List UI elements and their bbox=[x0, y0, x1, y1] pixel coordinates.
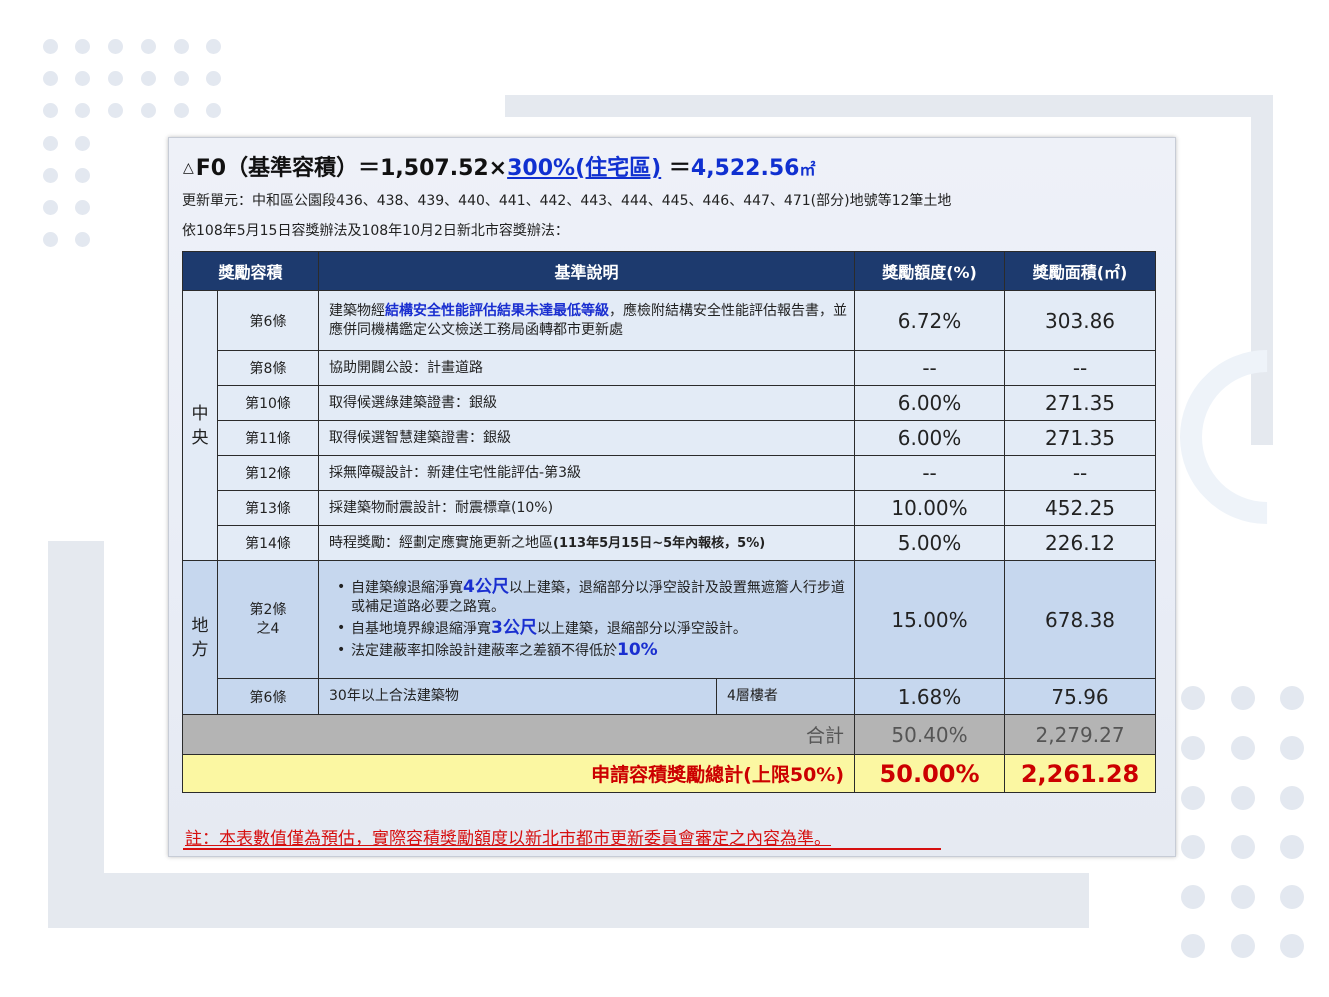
area-cell: 303.86 bbox=[1004, 290, 1157, 351]
area-cell: 226.12 bbox=[1004, 525, 1157, 561]
desc-cell: 協助開闢公設：計畫道路 bbox=[318, 350, 856, 386]
area-cell: -- bbox=[1004, 455, 1157, 491]
zoning-rate-link[interactable]: 300%(住宅區) bbox=[507, 156, 661, 181]
list-item: 自基地境界線退縮淨寬3公尺以上建築，退縮部分以淨空設計。 bbox=[337, 619, 854, 639]
list-item: 法定建蔽率扣除設計建蔽率之差額不得低於10% bbox=[337, 641, 854, 661]
title-prefix: F0（基準容積）＝1,507.52× bbox=[195, 156, 508, 181]
desc-cell: 取得候選智慧建築證書：銀級 bbox=[318, 420, 856, 456]
percent-cell: 6.72% bbox=[854, 290, 1006, 351]
percent-cell: 10.00% bbox=[854, 490, 1006, 526]
desc-cell: 採無障礙設計：新建住宅性能評估-第3級 bbox=[318, 455, 856, 491]
table-row: 第6條 30年以上合法建築物 4層樓者 1.68% 75.96 bbox=[183, 678, 1157, 715]
bullet-list: 自建築線退縮淨寬4公尺以上建築，退縮部分以淨空設計及設置無遮簷人行步道或補足道路… bbox=[329, 572, 854, 667]
percent-cell: 6.00% bbox=[854, 420, 1006, 456]
table-row: 第11條 取得候選智慧建築證書：銀級 6.00% 271.35 bbox=[183, 420, 1157, 456]
table-row: 第10條 取得候選綠建築證書：銀級 6.00% 271.35 bbox=[183, 385, 1157, 421]
header-percent: 獎勵額度(%) bbox=[854, 251, 1006, 291]
total-row: 申請容積獎勵總計(上限50%) 50.00% 2,261.28 bbox=[181, 754, 1157, 793]
table-row: 地方 第2條之4 自建築線退縮淨寬4公尺以上建築，退縮部分以淨空設計及設置無遮簷… bbox=[182, 560, 1157, 715]
table-row: 第14條 時程獎勵：經劃定應實施更新之地區(113年5月15日~5年內報核，5%… bbox=[183, 525, 1157, 561]
area-cell: -- bbox=[1004, 350, 1157, 386]
table-row: 第12條 採無障礙設計：新建住宅性能評估-第3級 -- -- bbox=[183, 455, 1157, 491]
table-header-row: 獎勵容積 基準說明 獎勵額度(%) 獎勵面積(㎡) bbox=[181, 251, 1157, 291]
area-cell: 452.25 bbox=[1004, 490, 1157, 526]
title-unit: ㎡ bbox=[799, 160, 816, 179]
article-cell: 第12條 bbox=[216, 455, 320, 491]
decor-bar-top bbox=[505, 95, 1273, 117]
table-row: 第13條 採建築物耐震設計：耐震標章(10%) 10.00% 452.25 bbox=[183, 490, 1157, 526]
article-cell: 第14條 bbox=[216, 525, 320, 561]
article-cell: 第6條 bbox=[216, 290, 320, 351]
area-cell: 678.38 bbox=[1004, 560, 1157, 679]
subtitle-regulation: 依108年5月15日容獎辦法及108年10月2日新北市容獎辦法： bbox=[182, 223, 569, 239]
reward-table: 獎勵容積 基準說明 獎勵額度(%) 獎勵面積(㎡) 中央 第6條 建築物經結構安… bbox=[181, 251, 1157, 793]
article-cell: 第13條 bbox=[216, 490, 320, 526]
triangle-icon: △ bbox=[183, 160, 194, 176]
percent-cell: 6.00% bbox=[854, 385, 1006, 421]
desc-sub-cell: 4層樓者 bbox=[716, 678, 856, 715]
area-cell: 271.35 bbox=[1004, 420, 1157, 456]
desc-cell: 自建築線退縮淨寬4公尺以上建築，退縮部分以淨空設計及設置無遮簷人行步道或補足道路… bbox=[318, 560, 856, 679]
footnote-underline bbox=[183, 848, 941, 850]
percent-cell: -- bbox=[854, 455, 1006, 491]
percent-cell: 5.00% bbox=[854, 525, 1006, 561]
page-title: △F0（基準容積）＝1,507.52×300%(住宅區) ＝4,522.56㎡ bbox=[183, 150, 815, 182]
desc-cell: 採建築物耐震設計：耐震標章(10%) bbox=[318, 490, 856, 526]
decor-bar-bottom bbox=[48, 873, 1089, 928]
group-central: 中央 bbox=[182, 290, 218, 561]
subtitle-parcels: 更新單元：中和區公園段436、438、439、440、441、442、443、4… bbox=[182, 193, 952, 209]
list-item: 自建築線退縮淨寬4公尺以上建築，退縮部分以淨空設計及設置無遮簷人行步道或補足道路… bbox=[337, 578, 854, 617]
article-cell: 第2條 之4 bbox=[216, 560, 320, 679]
desc-cell: 取得候選綠建築證書：銀級 bbox=[318, 385, 856, 421]
table-row: 第8條 協助開闢公設：計畫道路 -- -- bbox=[183, 350, 1157, 386]
header-basis: 基準說明 bbox=[318, 251, 856, 291]
percent-cell: 1.68% bbox=[854, 678, 1006, 715]
slide-card: △F0（基準容積）＝1,507.52×300%(住宅區) ＝4,522.56㎡ … bbox=[168, 137, 1176, 857]
desc-cell: 時程獎勵：經劃定應實施更新之地區(113年5月15日~5年內報核，5%) bbox=[318, 525, 856, 561]
total-label: 申請容積獎勵總計(上限50%) bbox=[181, 754, 856, 793]
desc-cell: 30年以上合法建築物 bbox=[318, 678, 718, 715]
area-cell: 271.35 bbox=[1004, 385, 1157, 421]
title-result: 4,522.56 bbox=[690, 156, 800, 181]
group-local: 地方 bbox=[182, 560, 218, 715]
article-cell: 第6條 bbox=[216, 678, 320, 715]
area-cell: 75.96 bbox=[1004, 678, 1157, 715]
article-cell: 第10條 bbox=[216, 385, 320, 421]
sum-area: 2,279.27 bbox=[1004, 714, 1157, 755]
title-equals: ＝ bbox=[668, 156, 691, 181]
decor-bar-left bbox=[48, 541, 104, 928]
percent-cell: 15.00% bbox=[854, 560, 1006, 679]
total-percent: 50.00% bbox=[854, 754, 1006, 793]
article-cell: 第8條 bbox=[216, 350, 320, 386]
article-cell: 第11條 bbox=[216, 420, 320, 456]
desc-cell: 建築物經結構安全性能評估結果未達最低等級，應檢附結構安全性能評估報告書，並應併同… bbox=[318, 290, 856, 351]
total-area: 2,261.28 bbox=[1004, 754, 1157, 793]
header-reward: 獎勵容積 bbox=[181, 251, 320, 291]
table-row: 中央 第6條 建築物經結構安全性能評估結果未達最低等級，應檢附結構安全性能評估報… bbox=[182, 290, 1157, 561]
footnote: 註：本表數值僅為預估，實際容積獎勵額度以新北市都市更新委員會審定之內容為準。 bbox=[185, 829, 831, 849]
sum-percent: 50.40% bbox=[854, 714, 1006, 755]
header-area: 獎勵面積(㎡) bbox=[1004, 251, 1157, 291]
percent-cell: -- bbox=[854, 350, 1006, 386]
sum-label: 合計 bbox=[181, 714, 856, 755]
sum-row: 合計 50.40% 2,279.27 bbox=[181, 714, 1157, 755]
